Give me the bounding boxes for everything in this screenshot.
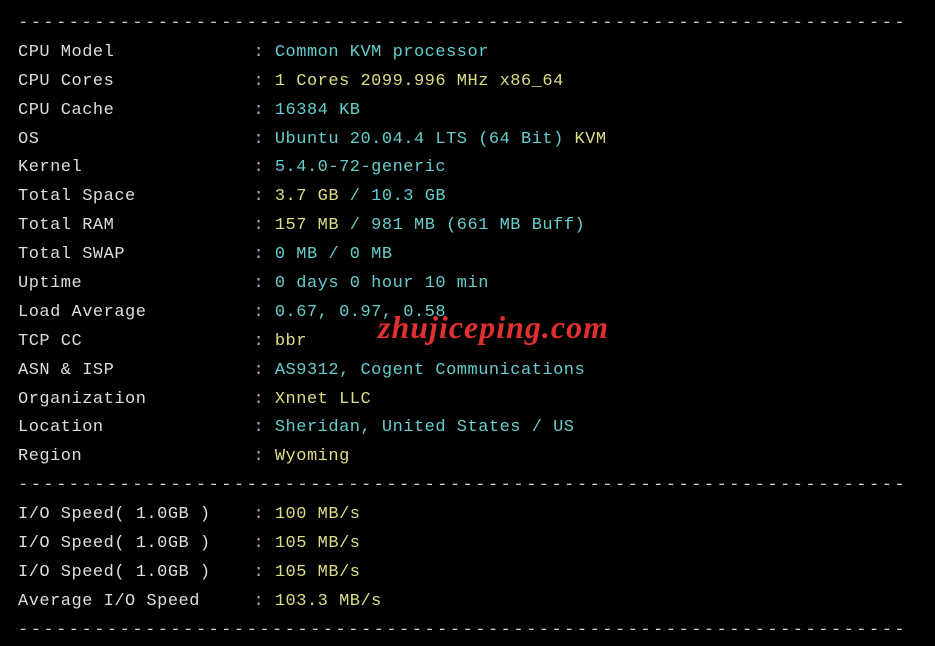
info-row: Region : Wyoming: [18, 443, 917, 472]
row-label: CPU Cores: [18, 72, 243, 91]
row-value: 16384 KB: [275, 101, 361, 120]
row-label: Total Space: [18, 187, 243, 206]
info-row: ASN & ISP : AS9312, Cogent Communication…: [18, 357, 917, 386]
colon: :: [243, 505, 275, 524]
row-value: KVM: [575, 130, 607, 149]
io-row: I/O Speed( 1.0GB ) : 100 MB/s: [18, 501, 917, 530]
row-value: 0 MB / 0 MB: [275, 245, 393, 264]
info-row: CPU Cache : 16384 KB: [18, 97, 917, 126]
row-label: OS: [18, 130, 243, 149]
colon: :: [243, 563, 275, 582]
row-label: I/O Speed( 1.0GB ): [18, 505, 243, 524]
row-value: bbr: [275, 332, 307, 351]
colon: :: [243, 418, 275, 437]
colon: :: [243, 332, 275, 351]
row-value: 105 MB/s: [275, 534, 361, 553]
divider-line: ----------------------------------------…: [18, 472, 917, 501]
row-label: Load Average: [18, 303, 243, 322]
row-label: CPU Model: [18, 43, 243, 62]
colon: :: [243, 274, 275, 293]
info-row: CPU Cores : 1 Cores 2099.996 MHz x86_64: [18, 68, 917, 97]
colon: :: [243, 245, 275, 264]
colon: :: [243, 158, 275, 177]
colon: :: [243, 303, 275, 322]
row-value: 5.4.0-72-generic: [275, 158, 446, 177]
colon: :: [243, 72, 275, 91]
info-row: Total SWAP : 0 MB / 0 MB: [18, 241, 917, 270]
divider-line: ----------------------------------------…: [18, 617, 917, 646]
colon: :: [243, 361, 275, 380]
row-value: AS9312, Cogent Communications: [275, 361, 585, 380]
watermark-text: zhujiceping.com: [378, 300, 609, 354]
row-value: Sheridan, United States / US: [275, 418, 575, 437]
info-row: Total Space : 3.7 GB / 10.3 GB: [18, 183, 917, 212]
row-value: 100 MB/s: [275, 505, 361, 524]
io-row: Average I/O Speed : 103.3 MB/s: [18, 588, 917, 617]
row-value: Wyoming: [275, 447, 350, 466]
row-value: 1 Cores 2099.996 MHz x86_64: [275, 72, 564, 91]
info-row: CPU Model : Common KVM processor: [18, 39, 917, 68]
colon: :: [243, 390, 275, 409]
row-value: 0 days 0 hour 10 min: [275, 274, 489, 293]
info-row: Location : Sheridan, United States / US: [18, 414, 917, 443]
info-row: OS : Ubuntu 20.04.4 LTS (64 Bit) KVM: [18, 126, 917, 155]
row-value: 103.3 MB/s: [275, 592, 382, 611]
row-label: Average I/O Speed: [18, 592, 243, 611]
divider-line: ----------------------------------------…: [18, 10, 917, 39]
row-value: Common KVM processor: [275, 43, 489, 62]
row-label: Total RAM: [18, 216, 243, 235]
row-value: [564, 130, 575, 149]
row-value: Xnnet LLC: [275, 390, 371, 409]
row-value: / 10.3 GB: [339, 187, 446, 206]
row-value: 105 MB/s: [275, 563, 361, 582]
row-label: Location: [18, 418, 243, 437]
row-label: I/O Speed( 1.0GB ): [18, 563, 243, 582]
colon: :: [243, 187, 275, 206]
row-label: CPU Cache: [18, 101, 243, 120]
info-row: Uptime : 0 days 0 hour 10 min: [18, 270, 917, 299]
info-row: Organization : Xnnet LLC: [18, 386, 917, 415]
row-value: Ubuntu 20.04.4 LTS (64 Bit): [275, 130, 564, 149]
info-row: Kernel : 5.4.0-72-generic: [18, 154, 917, 183]
row-label: Uptime: [18, 274, 243, 293]
colon: :: [243, 216, 275, 235]
row-label: Total SWAP: [18, 245, 243, 264]
colon: :: [243, 534, 275, 553]
colon: :: [243, 447, 275, 466]
io-row: I/O Speed( 1.0GB ) : 105 MB/s: [18, 559, 917, 588]
colon: :: [243, 101, 275, 120]
row-label: Region: [18, 447, 243, 466]
io-row: I/O Speed( 1.0GB ) : 105 MB/s: [18, 530, 917, 559]
colon: :: [243, 43, 275, 62]
row-label: Kernel: [18, 158, 243, 177]
row-label: TCP CC: [18, 332, 243, 351]
row-label: ASN & ISP: [18, 361, 243, 380]
row-value: 157 MB: [275, 216, 339, 235]
row-value: 3.7 GB: [275, 187, 339, 206]
colon: :: [243, 130, 275, 149]
row-label: I/O Speed( 1.0GB ): [18, 534, 243, 553]
row-value: / 981 MB (661 MB Buff): [339, 216, 585, 235]
info-row: Total RAM : 157 MB / 981 MB (661 MB Buff…: [18, 212, 917, 241]
colon: :: [243, 592, 275, 611]
row-label: Organization: [18, 390, 243, 409]
